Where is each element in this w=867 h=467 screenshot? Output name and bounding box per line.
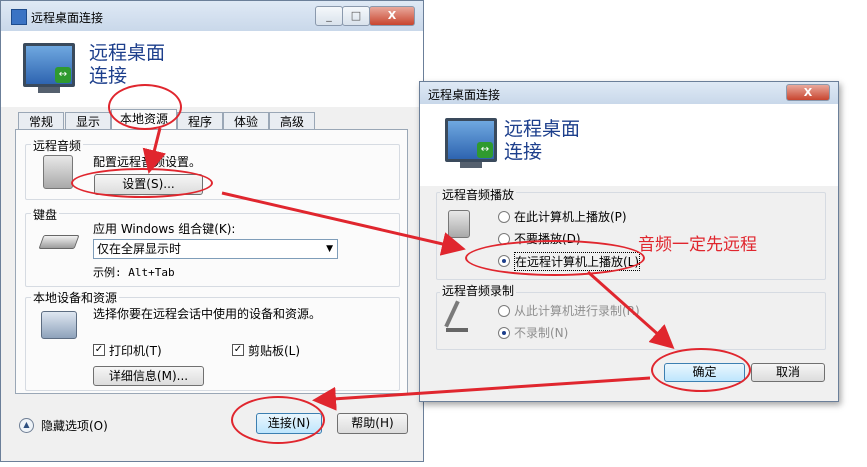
annotation-arrows [142, 127, 675, 411]
arrow-settings-to-remote [221, 191, 466, 256]
arrow-remote-to-ok [587, 270, 675, 349]
arrow-tab-to-settings [142, 127, 167, 174]
arrow-ok-to-connect [312, 376, 651, 411]
